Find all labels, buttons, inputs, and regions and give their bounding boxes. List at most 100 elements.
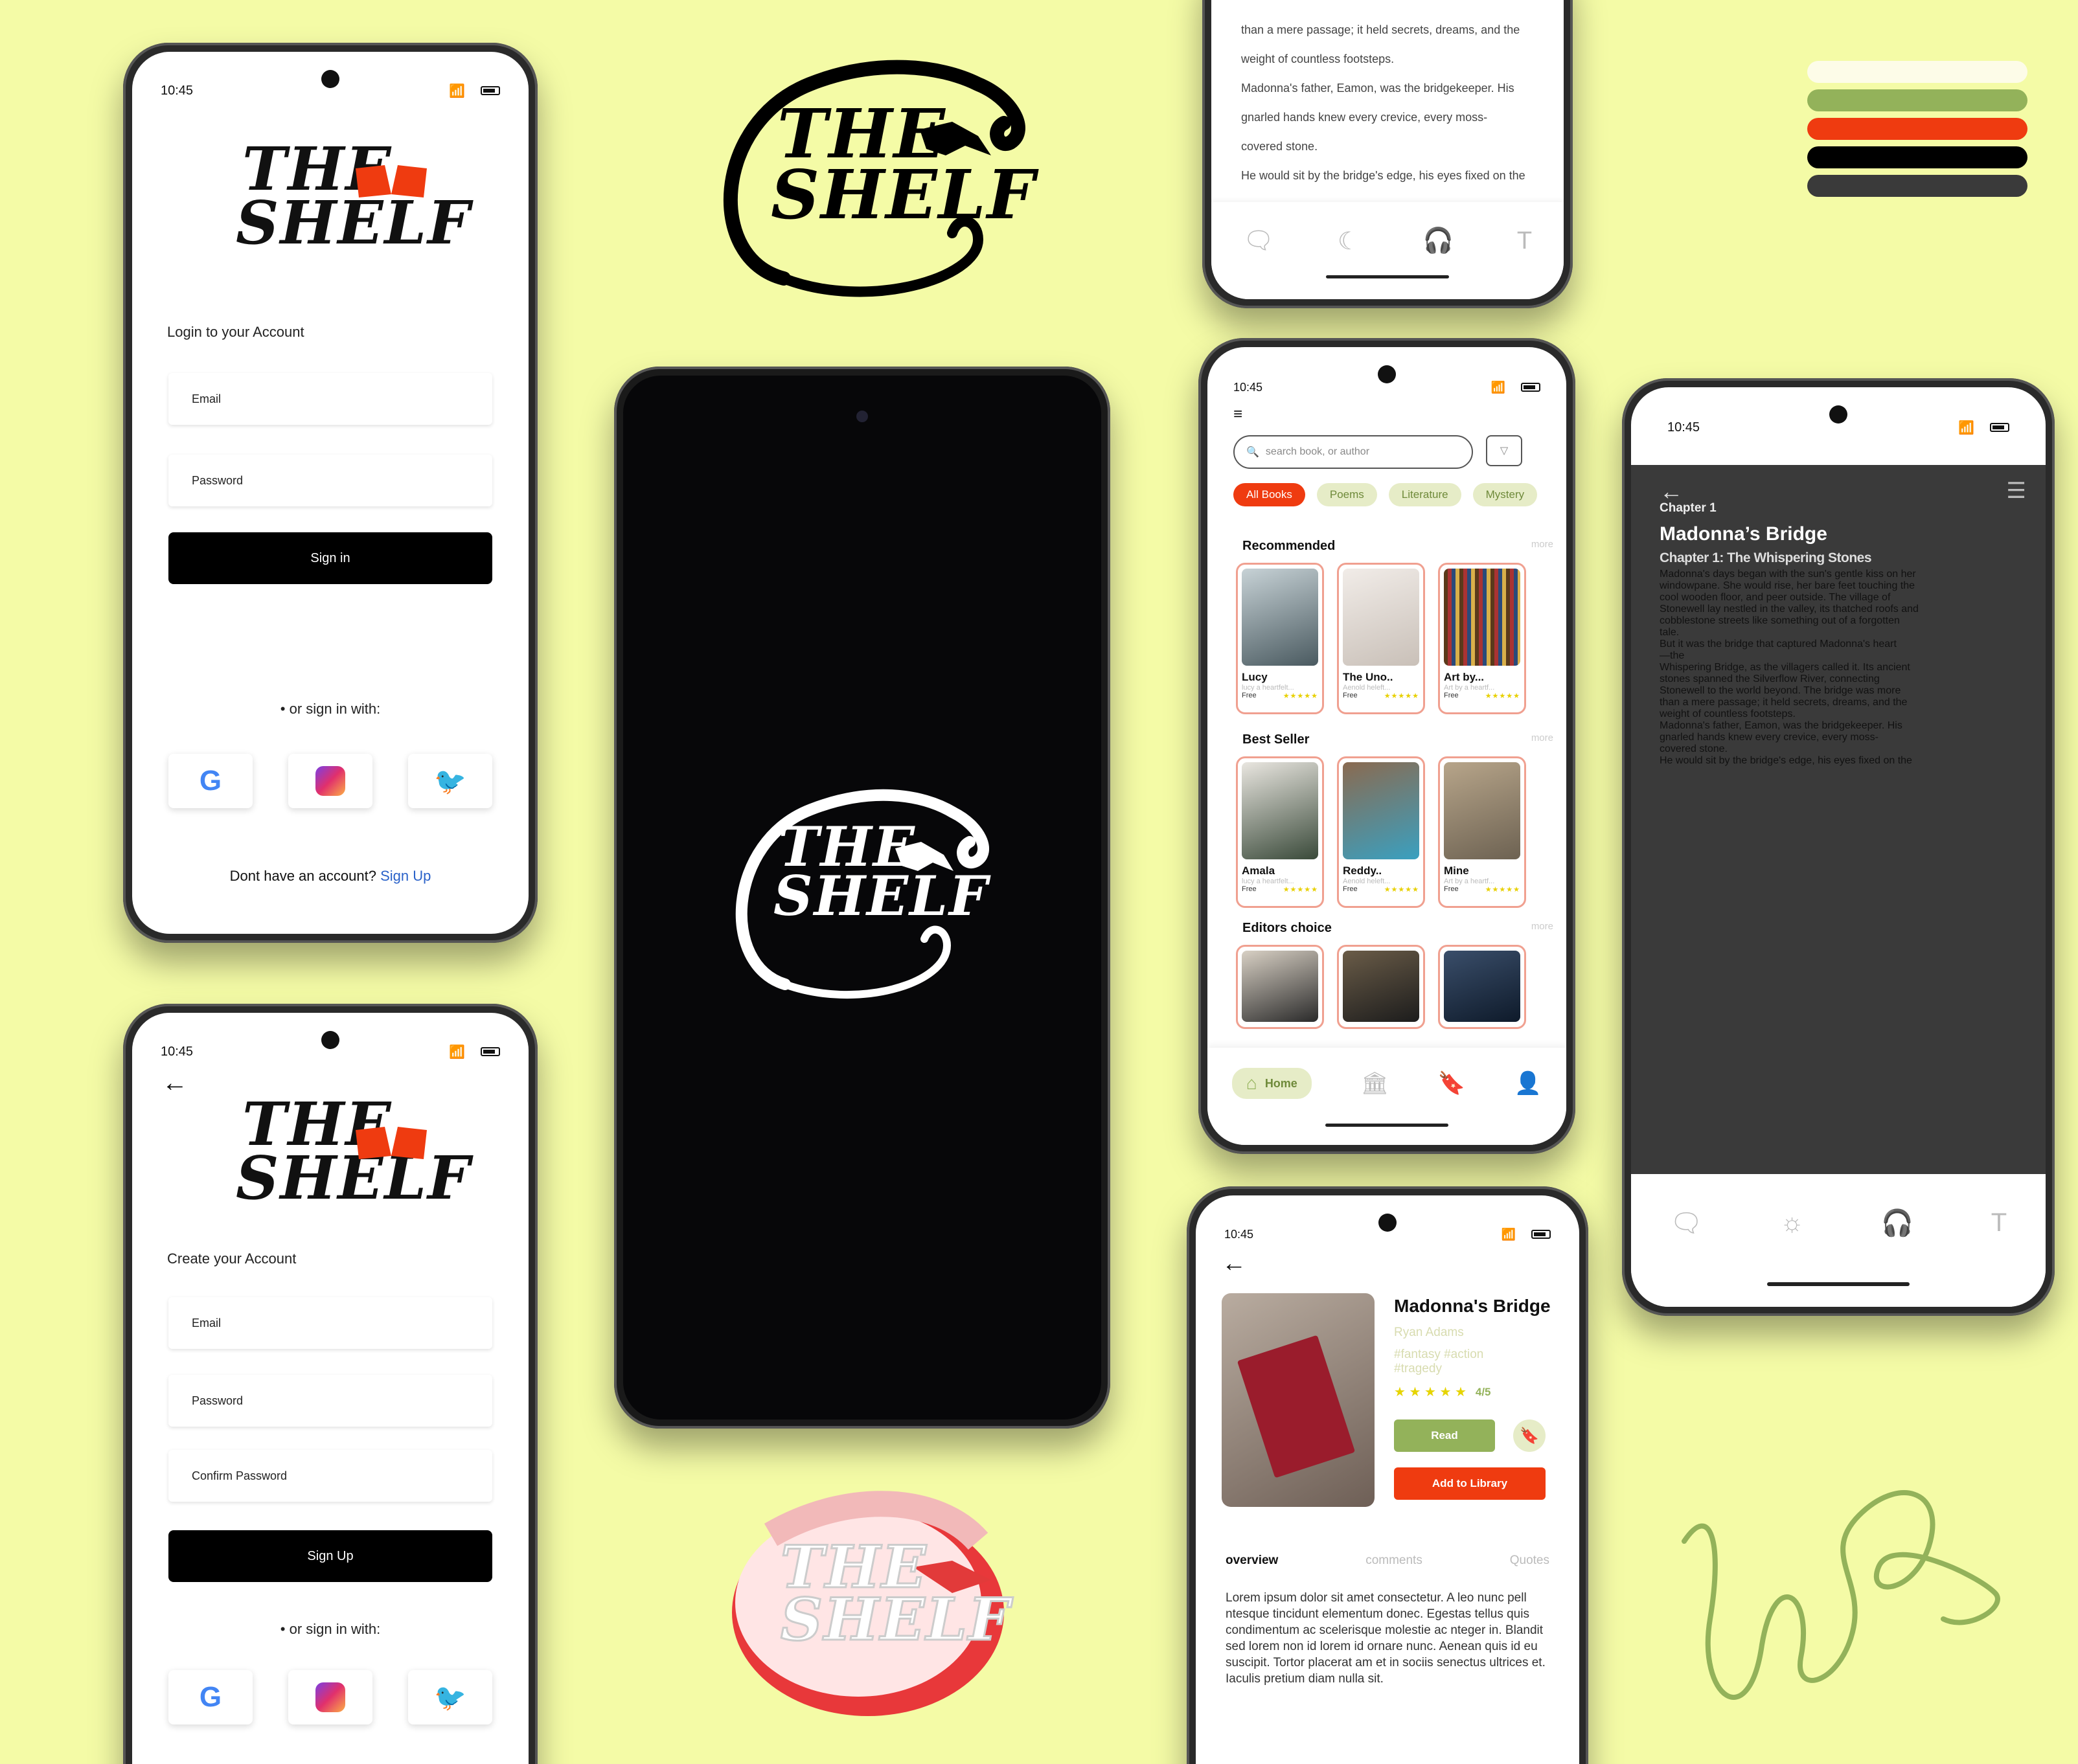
- moon-icon[interactable]: ☾: [1338, 227, 1360, 256]
- recommended-more-link[interactable]: more: [1531, 539, 1553, 554]
- tab-quotes[interactable]: Quotes: [1510, 1554, 1549, 1568]
- book-card[interactable]: Lucy lucy a heartfelt... Free ★★★★★: [1236, 563, 1324, 714]
- instagram-icon: [315, 766, 345, 796]
- headphones-icon[interactable]: 🎧: [1881, 1208, 1913, 1238]
- rating-stars-icon: ★★★★★: [1283, 692, 1318, 700]
- signin-button[interactable]: Sign in: [168, 532, 492, 584]
- battery-icon: [1990, 423, 2009, 432]
- instagram-button[interactable]: [288, 1670, 372, 1724]
- library-icon[interactable]: 🏛: [1361, 1070, 1389, 1096]
- add-to-library-button[interactable]: Add to Library: [1394, 1467, 1546, 1500]
- phone-reader: 10:45 📶 ← ☰ Chapter 1 Madonna’s Bridge C…: [1622, 378, 2055, 1316]
- book-card[interactable]: Mine Art by a heartf... Free ★★★★★: [1438, 756, 1526, 908]
- battery-icon: [1531, 1230, 1551, 1239]
- battery-icon: [1521, 383, 1540, 392]
- book-card[interactable]: [1438, 945, 1526, 1029]
- overview-text: Lorem ipsum dolor sit amet consectetur. …: [1226, 1591, 1546, 1686]
- wifi-icon: 📶: [1501, 1227, 1516, 1241]
- book-subtitle: Aenold heleft...: [1343, 684, 1391, 692]
- book-detail-row: Madonna's Bridge Ryan Adams #fantasy #ac…: [1222, 1293, 1579, 1507]
- book-card[interactable]: The Uno.. Aenold heleft... Free ★★★★★: [1337, 563, 1425, 714]
- filter-icon: ▽: [1500, 446, 1509, 457]
- palette-swatch-orange: [1807, 118, 2027, 140]
- email-field[interactable]: Email: [168, 373, 492, 425]
- comment-icon[interactable]: 🗨: [1243, 227, 1274, 255]
- book-card[interactable]: Art by... Art by a heartf... Free ★★★★★: [1438, 563, 1526, 714]
- book-card[interactable]: Amala lucy a heartfelt... Free ★★★★★: [1236, 756, 1324, 908]
- login-heading: Login to your Account: [167, 324, 304, 340]
- headphones-icon[interactable]: 🎧: [1423, 227, 1454, 255]
- reader-line: cool wooden floor, and peer outside. The…: [1660, 592, 1891, 603]
- chapter-list-icon[interactable]: ☰: [2007, 478, 2026, 505]
- reader-line: than a mere passage; it held secrets, dr…: [1660, 697, 1908, 708]
- bestseller-more-link[interactable]: more: [1531, 732, 1553, 747]
- back-arrow-icon[interactable]: ←: [1222, 1250, 1579, 1278]
- detail-tabs: overview comments Quotes: [1226, 1554, 1549, 1568]
- battery-icon: [481, 1047, 500, 1056]
- reader-line: gnarled hands knew every crevice, every …: [1241, 111, 1488, 124]
- book-price: Free: [1343, 692, 1358, 699]
- book-card[interactable]: [1236, 945, 1324, 1029]
- chip-all-books[interactable]: All Books: [1233, 483, 1305, 506]
- camera-cutout: [321, 1031, 339, 1049]
- instagram-button[interactable]: [288, 754, 372, 808]
- reader-line: —the: [1660, 650, 1685, 661]
- password-field[interactable]: Password: [168, 1375, 492, 1427]
- tab-comments[interactable]: comments: [1365, 1554, 1422, 1568]
- home-indicator: [1326, 275, 1449, 278]
- book-price: Free: [1242, 885, 1257, 893]
- read-button[interactable]: Read: [1394, 1419, 1495, 1452]
- chip-mystery[interactable]: Mystery: [1472, 483, 1538, 506]
- chip-poems[interactable]: Poems: [1316, 483, 1377, 506]
- comment-icon[interactable]: 🗨: [1670, 1208, 1703, 1238]
- tab-overview[interactable]: overview: [1226, 1554, 1278, 1568]
- text-size-icon[interactable]: T: [1991, 1208, 2007, 1238]
- reader-line: Stonewell to the world beyond. The bridg…: [1660, 685, 1901, 696]
- nav-home-label: Home: [1264, 1076, 1297, 1090]
- book-subtitle: lucy a heartfelt...: [1242, 877, 1294, 885]
- twitter-button[interactable]: 🐦: [408, 754, 492, 808]
- logo-wordmark: THE SHELF: [771, 94, 1036, 234]
- editors-more-link[interactable]: more: [1531, 921, 1553, 936]
- signup-heading: Create your Account: [167, 1250, 297, 1267]
- twitter-icon: 🐦: [434, 767, 466, 796]
- social-login-row: G 🐦: [168, 754, 492, 808]
- reader-toolbar: 🗨 ☼ 🎧 T: [1631, 1177, 2046, 1307]
- menu-icon[interactable]: ≡: [1233, 405, 1566, 424]
- chip-literature[interactable]: Literature: [1388, 483, 1461, 506]
- book-card[interactable]: [1337, 945, 1425, 1029]
- google-button[interactable]: G: [168, 1670, 253, 1724]
- text-size-icon[interactable]: T: [1517, 227, 1532, 255]
- brand-logo-large: THE SHELF: [706, 45, 1043, 304]
- nav-home[interactable]: ⌂ Home: [1231, 1068, 1312, 1099]
- bookmark-icon: 🔖: [1520, 1427, 1539, 1445]
- signup-button[interactable]: Sign Up: [168, 1530, 492, 1582]
- email-field[interactable]: Email: [168, 1297, 492, 1349]
- phone-signup: 10:45 📶 ← THE SHELF Create your Account …: [123, 1004, 538, 1764]
- google-button[interactable]: G: [168, 754, 253, 808]
- password-field[interactable]: Password: [168, 455, 492, 506]
- rating-stars-icon: ★★★★★: [1485, 692, 1520, 700]
- bookmark-button[interactable]: 🔖: [1513, 1419, 1546, 1452]
- search-icon: 🔍: [1246, 447, 1259, 458]
- google-icon: G: [199, 765, 222, 797]
- signup-link[interactable]: Sign Up: [380, 868, 431, 884]
- login-screen: 10:45 📶 THE SHELF Login to your Account …: [132, 52, 529, 934]
- wifi-icon: 📶: [1490, 380, 1505, 394]
- profile-icon[interactable]: 👤: [1514, 1070, 1542, 1096]
- brightness-icon[interactable]: ☼: [1780, 1208, 1804, 1238]
- bookmark-icon[interactable]: 🔖: [1438, 1070, 1465, 1096]
- phone-home: 10:45 📶 ≡ 🔍 search book, or author ▽ All…: [1198, 338, 1575, 1154]
- reader-body: Madonna's days began with the sun's gent…: [1660, 569, 2026, 767]
- search-input[interactable]: 🔍 search book, or author: [1233, 435, 1473, 469]
- reader-line: Madonna's days began with the sun's gent…: [1660, 569, 1916, 580]
- filter-button[interactable]: ▽: [1486, 435, 1522, 466]
- signup-prompt: Dont have an account? Sign Up: [132, 868, 529, 885]
- status-time: 10:45: [161, 83, 194, 98]
- splash-logo: THE SHELF: [727, 777, 999, 1010]
- book-card[interactable]: Reddy.. Aenold heleft... Free ★★★★★: [1337, 756, 1425, 908]
- confirm-password-field[interactable]: Confirm Password: [168, 1450, 492, 1502]
- book-subtitle: Art by a heartf...: [1444, 877, 1495, 885]
- reader-line: He would sit by the bridge's edge, his e…: [1241, 169, 1525, 182]
- twitter-button[interactable]: 🐦: [408, 1670, 492, 1724]
